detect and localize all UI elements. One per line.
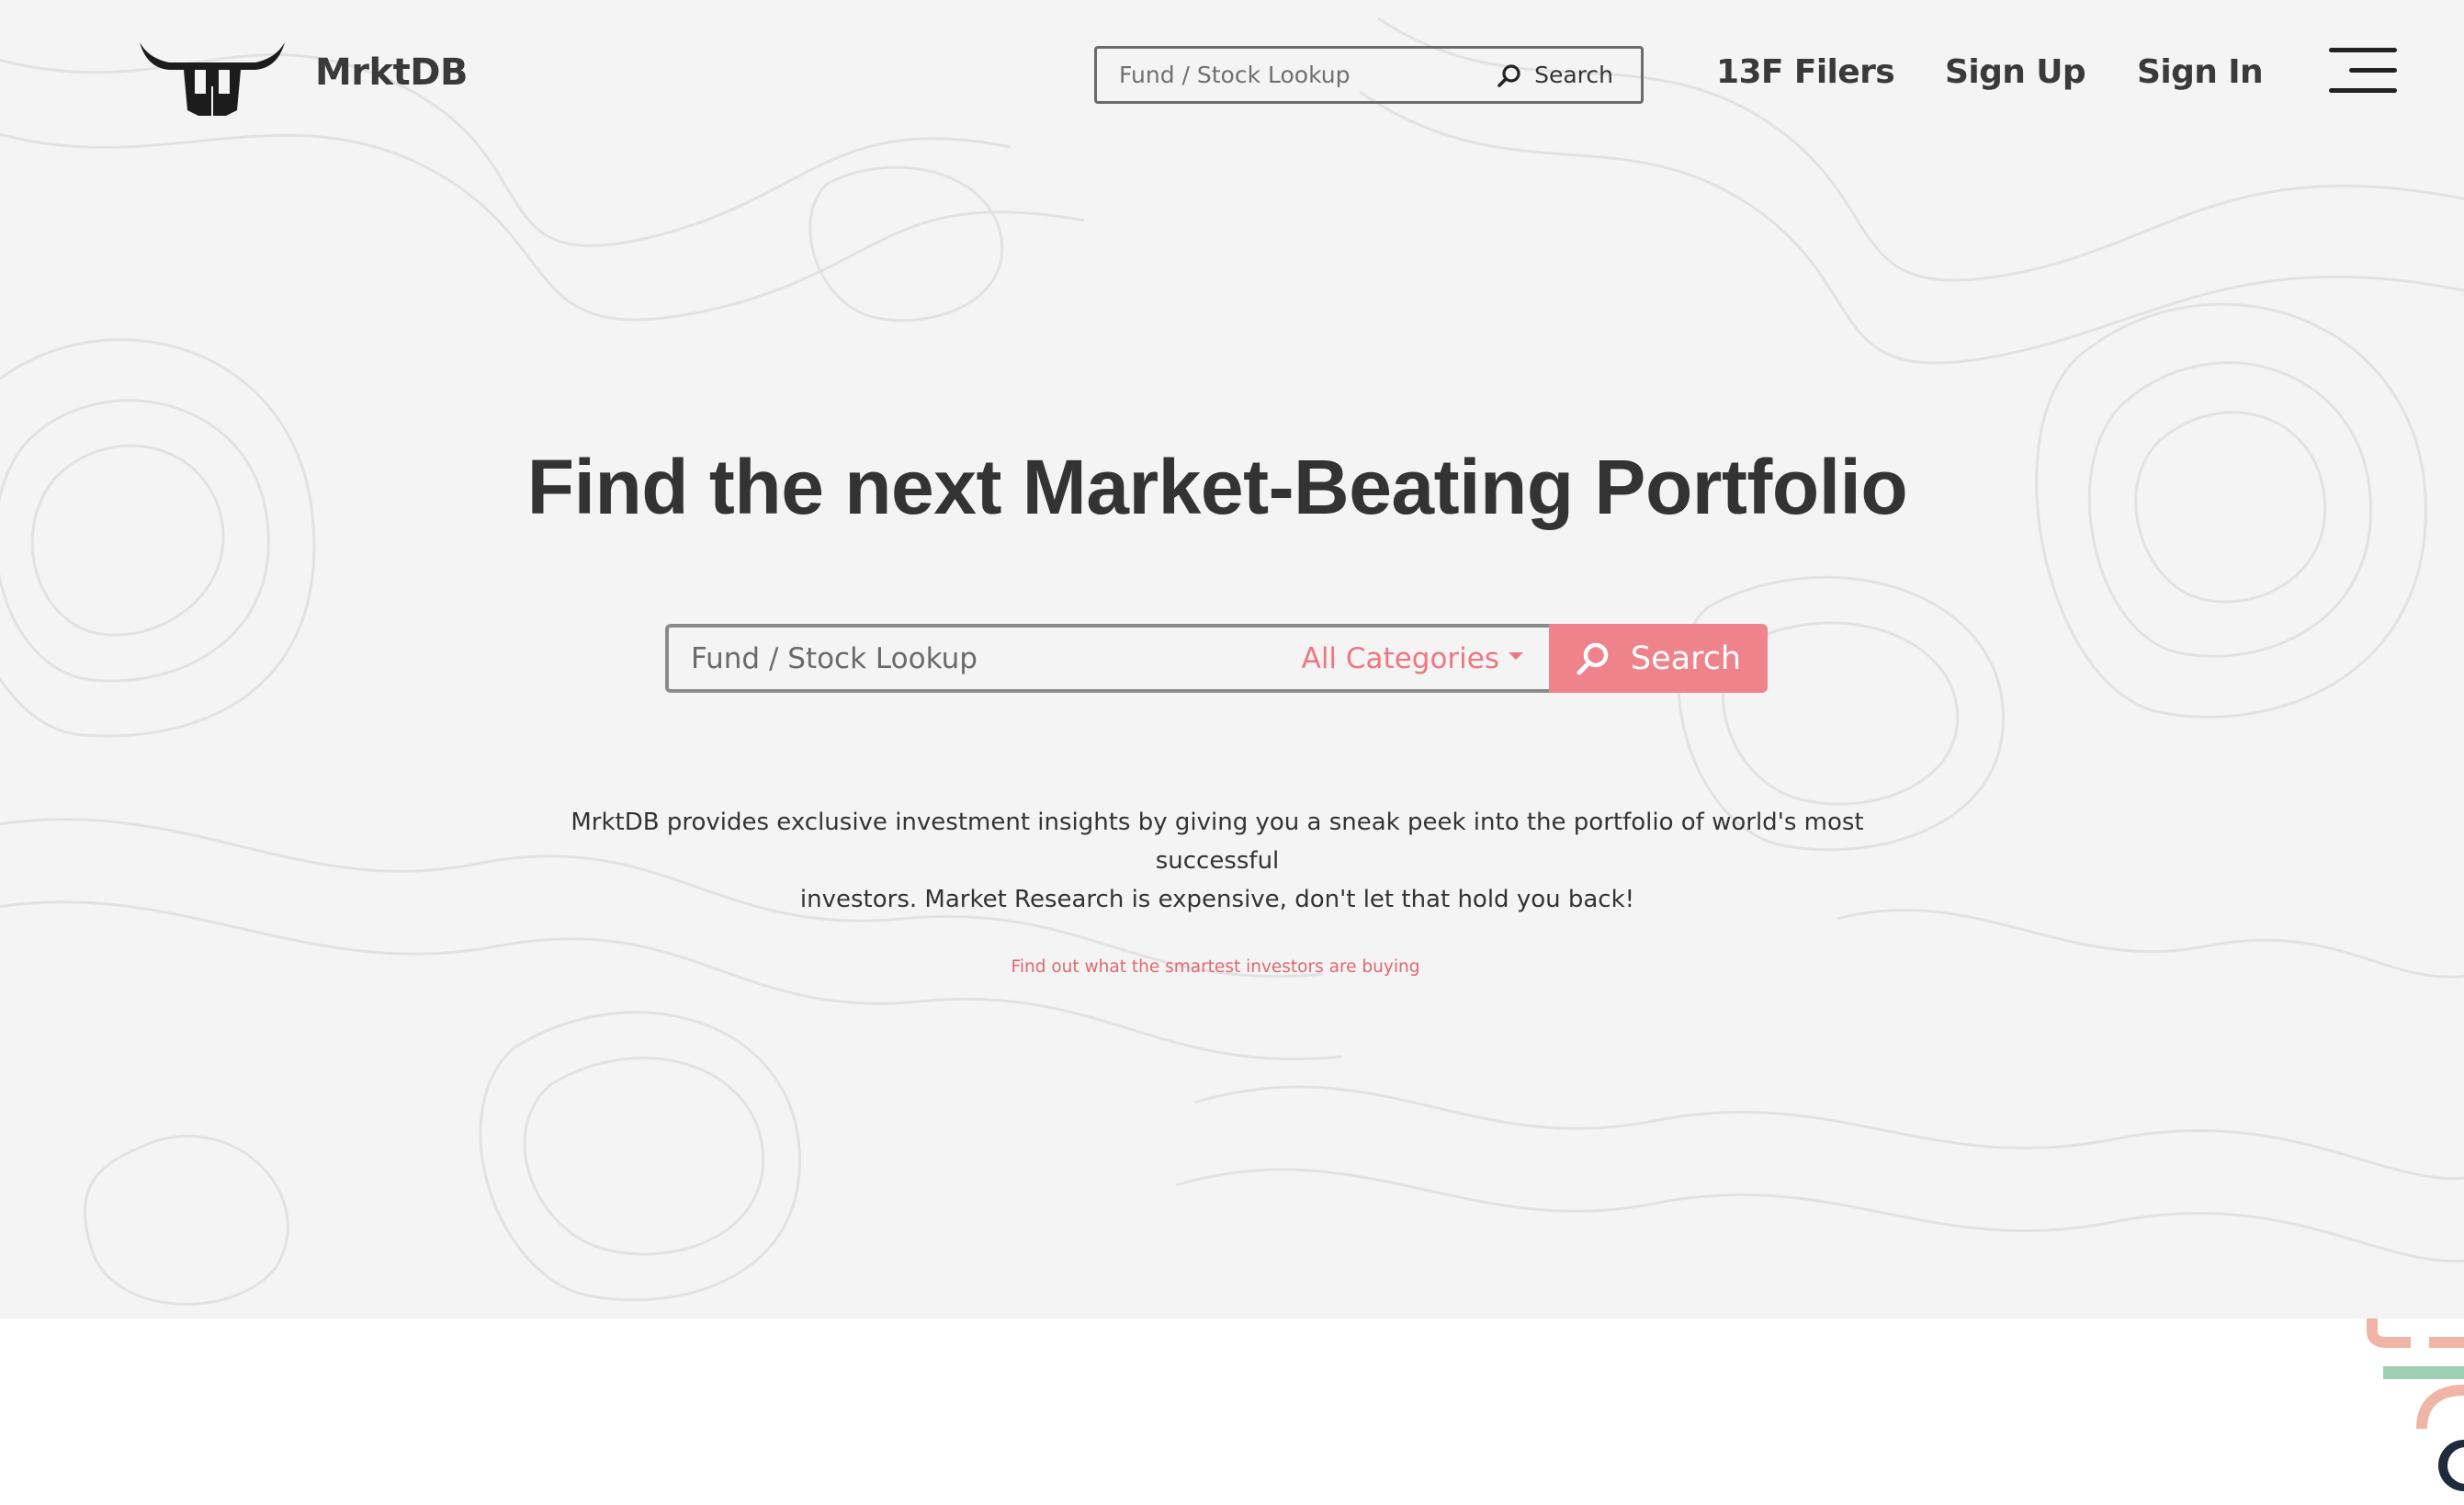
search-icon [1577, 642, 1609, 674]
main-search-field: All Categories [665, 624, 1549, 693]
hero-section: MrktDB Search 13F Filers Sign Up Sign In… [0, 0, 2464, 1318]
caret-down-icon [1509, 651, 1523, 660]
hero-description-line-2: investors. Market Research is expensive,… [799, 886, 1635, 913]
header-search-box: Search [1094, 46, 1644, 104]
brand-name[interactable]: MrktDB [315, 51, 468, 94]
hamburger-icon[interactable] [2329, 48, 2397, 94]
header-search-button-label: Search [1534, 62, 1613, 88]
hero-headline: Find the next Market-Beating Portfolio [526, 444, 1908, 530]
search-icon [1498, 63, 1520, 87]
nav-sign-up[interactable]: Sign Up [1945, 53, 2086, 91]
header-search-input[interactable] [1097, 49, 1464, 101]
header-search-button[interactable]: Search [1498, 49, 1613, 101]
main-search-input[interactable] [669, 628, 1257, 689]
decorative-graphic [2367, 1318, 2464, 1491]
smartest-investors-link[interactable]: Find out what the smartest investors are… [0, 957, 2431, 977]
category-dropdown-label: All Categories [1301, 641, 1499, 675]
nav-13f-filers[interactable]: 13F Filers [1716, 53, 1895, 91]
main-search-button[interactable]: Search [1549, 624, 1768, 693]
main-search-bar: All Categories Search [665, 624, 1768, 693]
hero-description-line-1: MrktDB provides exclusive investment ins… [571, 809, 1864, 875]
category-dropdown[interactable]: All Categories [1302, 628, 1523, 689]
nav-sign-in[interactable]: Sign In [2137, 53, 2264, 91]
main-search-button-label: Search [1630, 639, 1742, 677]
hero-description: MrktDB provides exclusive investment ins… [514, 803, 1920, 919]
bull-logo-icon[interactable] [138, 39, 287, 116]
